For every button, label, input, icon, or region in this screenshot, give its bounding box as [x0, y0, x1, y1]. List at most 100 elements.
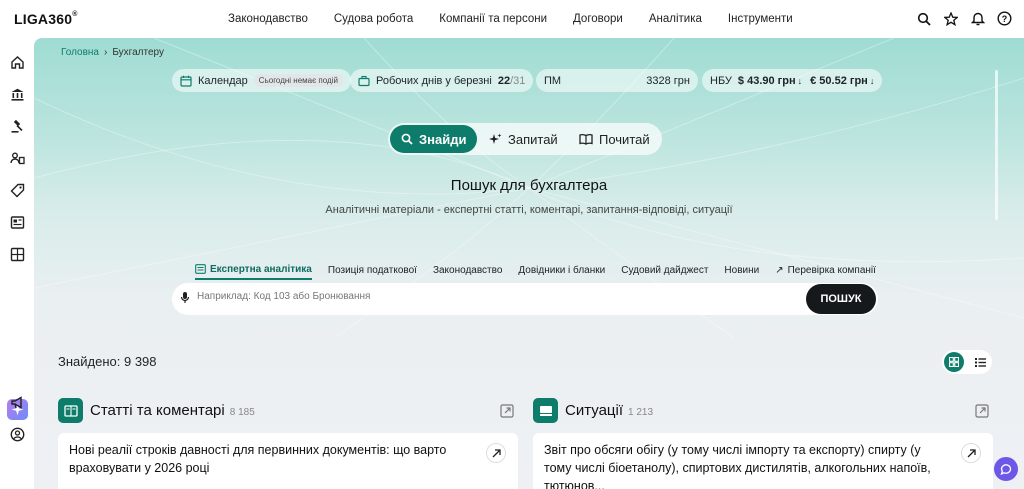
home-icon[interactable] [9, 54, 26, 71]
arrow-up-right-icon[interactable] [961, 443, 981, 463]
breadcrumb-separator: › [104, 47, 108, 58]
people-icon[interactable] [9, 150, 26, 167]
tab-label: Експертна аналітика [210, 263, 312, 275]
category-tabs: Експертна аналітика Позиція податкової З… [195, 260, 892, 280]
tab-references-forms[interactable]: Довідники і бланки [518, 260, 605, 280]
microphone-icon[interactable] [180, 291, 190, 305]
situation-title: Звіт про обсяги обігу (у тому числі імпо… [544, 443, 931, 489]
tab-label: Законодавство [432, 264, 503, 276]
nav-analytics[interactable]: Аналітика [649, 13, 702, 25]
sparkle-icon [489, 133, 502, 144]
main-content: Головна › Бухгалтеру Календар Сьогодні н… [34, 38, 1024, 489]
search-icon [401, 133, 413, 145]
nav-companies-persons[interactable]: Компанії та персони [439, 13, 547, 25]
scrollbar[interactable] [995, 70, 998, 220]
situation-card[interactable]: Звіт про обсяги обігу (у тому числі імпо… [533, 433, 993, 489]
article-icon [195, 264, 206, 274]
mode-ask-label: Запитай [508, 131, 558, 147]
search-input[interactable] [197, 291, 777, 302]
tab-expert-analytics[interactable]: Експертна аналітика [195, 260, 312, 280]
search-bar: ПОШУК [172, 283, 878, 315]
tab-legislation[interactable]: Законодавство [433, 260, 502, 280]
calculator-icon[interactable] [9, 246, 26, 263]
left-rail [0, 38, 34, 489]
breadcrumb-current: Бухгалтеру [112, 47, 164, 58]
nav-court-work[interactable]: Судова робота [334, 13, 413, 25]
briefcase-icon [358, 75, 370, 86]
svg-text:?: ? [1002, 14, 1008, 24]
tab-court-digest[interactable]: Судовий дайджест [621, 260, 708, 280]
tab-label: Довідники і бланки [518, 264, 606, 276]
breadcrumb: Головна › Бухгалтеру [61, 47, 164, 58]
news-icon[interactable] [9, 214, 26, 231]
eur-rate: € 50.52 грн [810, 74, 868, 87]
grid-view-icon[interactable] [944, 352, 964, 372]
bank-icon[interactable] [9, 86, 26, 103]
book-icon [579, 133, 593, 145]
calendar-status-badge: Сьогодні немає подій [253, 74, 343, 87]
nav-contracts[interactable]: Договори [573, 13, 623, 25]
section-title: Ситуації [565, 402, 624, 419]
tab-label: Позиція податкової [327, 264, 417, 276]
section-situations-header: Ситуації 1 213 [533, 397, 653, 424]
tab-label: Перевірка компанії [787, 264, 876, 276]
page-subtitle: Аналітичні матеріали - експертні статті,… [325, 204, 733, 216]
results-count: Знайдено: 9 398 [58, 354, 157, 369]
tag-icon[interactable] [9, 182, 26, 199]
pm-value: 3328 грн [646, 74, 690, 87]
bell-icon[interactable] [970, 10, 985, 27]
gavel-icon[interactable] [9, 118, 26, 135]
section-count: 1 213 [628, 406, 654, 418]
page-title: Пошук для бухгалтера [450, 177, 608, 194]
workdays-total: /31 [510, 74, 526, 87]
workdays-value: 22 [497, 74, 511, 87]
liga360-logo[interactable]: LIGA360® [14, 11, 78, 27]
external-arrow-icon: ↗ [775, 264, 784, 276]
megaphone-icon[interactable] [9, 394, 26, 411]
section-count: 8 185 [229, 406, 255, 418]
calendar-widget[interactable]: Календар Сьогодні немає подій [172, 69, 351, 92]
main-nav: Законодавство Судова робота Компанії та … [228, 0, 819, 38]
arrow-up-right-icon[interactable] [486, 443, 506, 463]
section-articles-header: Статті та коментарі 8 185 [58, 397, 255, 424]
top-bar: LIGA360® Законодавство Судова робота Ком… [0, 0, 1024, 38]
tab-news[interactable]: Новини [724, 260, 759, 280]
calendar-icon [180, 75, 192, 87]
account-icon[interactable] [9, 426, 26, 443]
mode-ask-button[interactable]: Запитай [478, 125, 569, 153]
workdays-widget[interactable]: Робочих днів у березні 22 /31 [350, 69, 534, 92]
pm-widget[interactable]: ПМ 3328 грн [536, 69, 698, 92]
usd-rate: $ 43.90 грн [737, 74, 796, 87]
mode-read-button[interactable]: Почитай [568, 125, 661, 153]
search-button[interactable]: ПОШУК [806, 284, 876, 314]
open-external-icon[interactable] [975, 404, 989, 418]
nbu-rates-widget[interactable]: НБУ $ 43.90 грн ↓ € 50.52 грн ↓ [702, 69, 883, 92]
tab-company-check[interactable]: ↗ Перевірка компанії [775, 260, 876, 280]
help-icon[interactable]: ? [997, 10, 1012, 27]
nav-tools[interactable]: Інструменти [728, 13, 793, 25]
list-view-icon[interactable] [970, 352, 990, 372]
article-title: Нові реалії строків давності для первинн… [69, 443, 447, 475]
view-toggle [942, 350, 992, 374]
star-icon[interactable] [943, 10, 958, 27]
search-icon[interactable] [916, 10, 931, 27]
workdays-label: Робочих днів у березні [376, 74, 492, 87]
breadcrumb-home-link[interactable]: Головна [61, 47, 99, 58]
mode-find-label: Знайди [419, 131, 467, 147]
mode-read-label: Почитай [599, 131, 650, 147]
calendar-label: Календар [198, 74, 248, 87]
tab-label: Судовий дайджест [621, 264, 709, 276]
section-title: Статті та коментарі [90, 402, 225, 419]
rate-down-arrow-icon: ↓ [869, 75, 875, 86]
rate-down-arrow-icon: ↓ [797, 75, 803, 86]
chat-icon[interactable] [994, 457, 1018, 481]
article-card[interactable]: Нові реалії строків давності для первинн… [58, 433, 518, 489]
mode-find-button[interactable]: Знайди [390, 125, 478, 153]
pm-label: ПМ [544, 74, 562, 87]
tab-tax-position[interactable]: Позиція податкової [328, 260, 417, 280]
open-external-icon[interactable] [500, 404, 514, 418]
nbu-label: НБУ [710, 74, 732, 87]
mode-switcher: Знайди Запитай Почитай [388, 123, 662, 155]
articles-icon [58, 398, 83, 423]
nav-legislation[interactable]: Законодавство [228, 13, 308, 25]
